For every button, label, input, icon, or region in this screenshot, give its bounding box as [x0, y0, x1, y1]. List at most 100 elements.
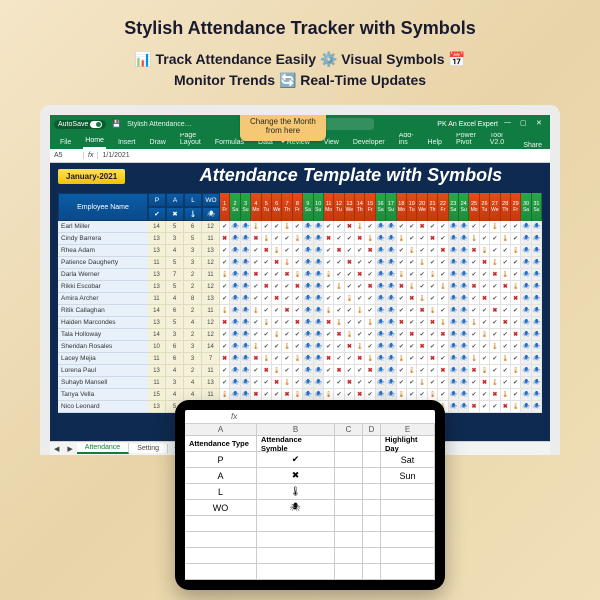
- attendance-cell[interactable]: ✔: [293, 377, 303, 389]
- attendance-cell[interactable]: 🕷: [241, 317, 251, 329]
- attendance-cell[interactable]: ✔: [438, 377, 448, 389]
- attendance-cell[interactable]: ✔: [293, 245, 303, 257]
- attendance-cell[interactable]: ✔: [438, 341, 448, 353]
- attendance-cell[interactable]: ✔: [324, 329, 334, 341]
- attendance-cell[interactable]: 🕷: [376, 221, 386, 233]
- attendance-cell[interactable]: 🕷: [303, 305, 313, 317]
- attendance-cell[interactable]: ✔: [272, 221, 282, 233]
- attendance-cell[interactable]: ✔: [480, 341, 490, 353]
- attendance-cell[interactable]: ✔: [334, 257, 344, 269]
- attendance-cell[interactable]: ✖: [365, 365, 375, 377]
- attendance-cell[interactable]: 🕷: [314, 245, 324, 257]
- attendance-cell[interactable]: ✔: [397, 245, 407, 257]
- attendance-cell[interactable]: 🕷: [303, 233, 313, 245]
- attendance-cell[interactable]: ✔: [324, 365, 334, 377]
- attendance-cell[interactable]: ✔: [480, 233, 490, 245]
- attendance-cell[interactable]: 🕷: [459, 305, 469, 317]
- attendance-cell[interactable]: 🕷: [241, 221, 251, 233]
- attendance-cell[interactable]: ✔: [417, 365, 427, 377]
- attendance-cell[interactable]: 🕷: [521, 245, 531, 257]
- attendance-cell[interactable]: ✖: [262, 365, 272, 377]
- summary-cell[interactable]: 11: [202, 305, 220, 317]
- tab-insert[interactable]: Insert: [116, 137, 138, 149]
- attendance-symbol-cell[interactable]: [257, 516, 335, 531]
- attendance-cell[interactable]: ✔: [469, 341, 479, 353]
- attendance-cell[interactable]: ✔: [293, 257, 303, 269]
- attendance-cell[interactable]: 🕷: [459, 221, 469, 233]
- highlight-day-cell[interactable]: [381, 548, 435, 563]
- attendance-cell[interactable]: 🌡: [355, 341, 365, 353]
- attendance-cell[interactable]: 🌡: [282, 377, 292, 389]
- summary-cell[interactable]: 11: [148, 377, 166, 389]
- attendance-cell[interactable]: ✔: [355, 329, 365, 341]
- summary-cell[interactable]: 12: [202, 257, 220, 269]
- attendance-cell[interactable]: ✔: [282, 293, 292, 305]
- attendance-cell[interactable]: 🕷: [532, 269, 542, 281]
- attendance-cell[interactable]: ✔: [511, 353, 521, 365]
- attendance-cell[interactable]: 🕷: [521, 329, 531, 341]
- summary-cell[interactable]: 4: [184, 377, 202, 389]
- attendance-cell[interactable]: 🕷: [386, 245, 396, 257]
- empty-cell[interactable]: [363, 564, 381, 579]
- attendance-cell[interactable]: 🕷: [241, 257, 251, 269]
- attendance-cell[interactable]: 🕷: [241, 305, 251, 317]
- attendance-cell[interactable]: ✔: [490, 293, 500, 305]
- summary-cell[interactable]: 7: [166, 269, 184, 281]
- attendance-cell[interactable]: ✔: [480, 389, 490, 401]
- attendance-cell[interactable]: ✔: [490, 401, 500, 413]
- attendance-cell[interactable]: 🕷: [449, 245, 459, 257]
- summary-cell[interactable]: 13: [148, 269, 166, 281]
- attendance-cell[interactable]: ✔: [262, 221, 272, 233]
- attendance-cell[interactable]: ✔: [501, 305, 511, 317]
- attendance-cell[interactable]: ✔: [334, 377, 344, 389]
- attendance-cell[interactable]: 🕷: [459, 353, 469, 365]
- col-c[interactable]: C: [335, 424, 363, 435]
- summary-cell[interactable]: 11: [202, 365, 220, 377]
- attendance-cell[interactable]: ✔: [334, 233, 344, 245]
- attendance-cell[interactable]: ✔: [397, 329, 407, 341]
- attendance-cell[interactable]: ✔: [438, 353, 448, 365]
- attendance-cell[interactable]: ✖: [501, 401, 511, 413]
- close-button[interactable]: ✕: [536, 119, 546, 129]
- attendance-cell[interactable]: ✔: [334, 269, 344, 281]
- attendance-cell[interactable]: 🌡: [407, 365, 417, 377]
- attendance-cell[interactable]: 🕷: [532, 401, 542, 413]
- attendance-cell[interactable]: ✔: [511, 233, 521, 245]
- summary-cell[interactable]: 14: [148, 329, 166, 341]
- attendance-cell[interactable]: ✔: [428, 257, 438, 269]
- attendance-cell[interactable]: 🕷: [386, 317, 396, 329]
- empty-cell[interactable]: [363, 468, 381, 483]
- attendance-cell[interactable]: 🌡: [293, 353, 303, 365]
- attendance-cell[interactable]: 🕷: [376, 305, 386, 317]
- attendance-cell[interactable]: ✖: [407, 329, 417, 341]
- maximize-button[interactable]: ▢: [520, 119, 530, 129]
- attendance-cell[interactable]: 🕷: [521, 365, 531, 377]
- attendance-cell[interactable]: ✔: [293, 341, 303, 353]
- attendance-cell[interactable]: ✖: [417, 305, 427, 317]
- tab-home[interactable]: Home: [83, 135, 106, 149]
- employee-name[interactable]: Lorena Paul: [58, 365, 148, 377]
- attendance-cell[interactable]: 🌡: [511, 365, 521, 377]
- attendance-type-cell[interactable]: [185, 548, 257, 563]
- attendance-cell[interactable]: ✖: [272, 293, 282, 305]
- attendance-type-cell[interactable]: [185, 564, 257, 579]
- attendance-type-cell[interactable]: P: [185, 452, 257, 467]
- attendance-cell[interactable]: ✔: [293, 293, 303, 305]
- attendance-cell[interactable]: ✖: [469, 281, 479, 293]
- attendance-cell[interactable]: 🌡: [407, 281, 417, 293]
- summary-cell[interactable]: 3: [166, 233, 184, 245]
- attendance-cell[interactable]: ✔: [480, 353, 490, 365]
- summary-cell[interactable]: 3: [184, 353, 202, 365]
- summary-cell[interactable]: 13: [202, 245, 220, 257]
- attendance-cell[interactable]: ✖: [355, 353, 365, 365]
- attendance-cell[interactable]: 🕷: [521, 293, 531, 305]
- attendance-cell[interactable]: 🕷: [376, 233, 386, 245]
- attendance-cell[interactable]: 🌡: [293, 269, 303, 281]
- attendance-cell[interactable]: ✔: [345, 269, 355, 281]
- attendance-cell[interactable]: 🌡: [262, 233, 272, 245]
- summary-cell[interactable]: 14: [148, 305, 166, 317]
- attendance-cell[interactable]: ✖: [345, 257, 355, 269]
- attendance-cell[interactable]: ✔: [324, 341, 334, 353]
- attendance-cell[interactable]: ✖: [407, 293, 417, 305]
- attendance-cell[interactable]: ✔: [407, 233, 417, 245]
